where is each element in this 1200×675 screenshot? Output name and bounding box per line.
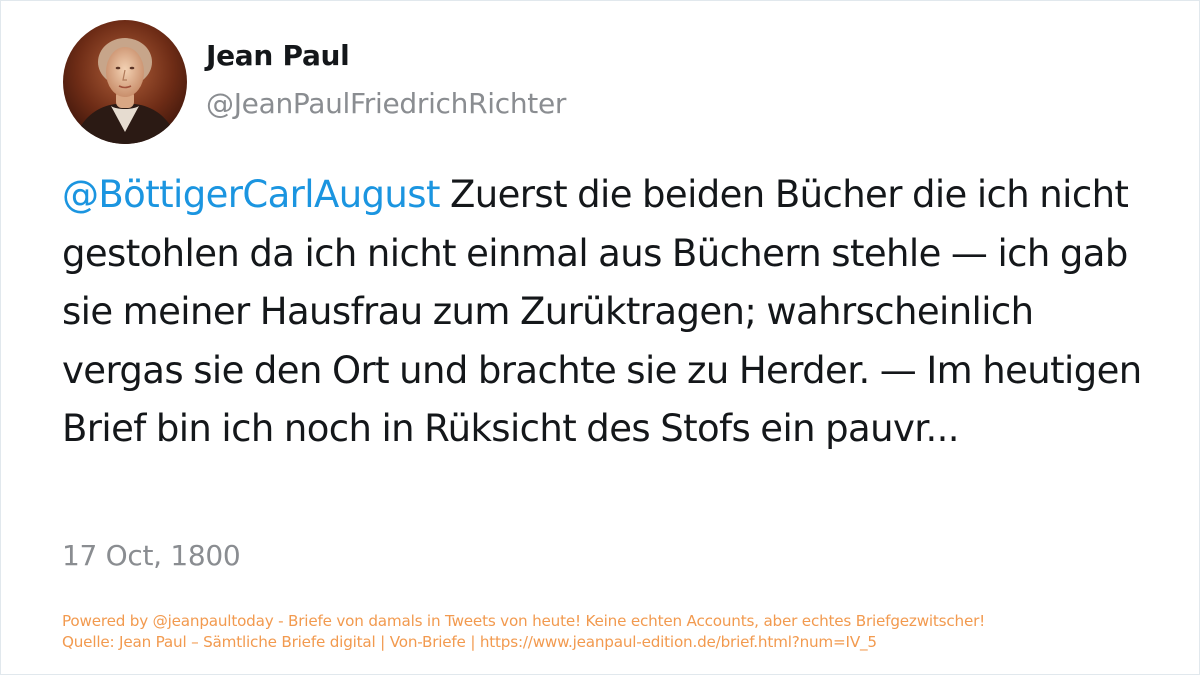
tweet-timestamp[interactable]: 17 Oct, 1800: [62, 539, 241, 572]
tweet-card: Jean Paul @JeanPaulFriedrichRichter @Böt…: [0, 0, 1200, 675]
mention-link[interactable]: @BöttigerCarlAugust: [62, 173, 440, 216]
display-name[interactable]: Jean Paul: [206, 39, 350, 72]
profile-avatar[interactable]: [63, 20, 187, 144]
tweet-text: @BöttigerCarlAugust Zuerst die beiden Bü…: [62, 166, 1152, 459]
user-handle[interactable]: @JeanPaulFriedrichRichter: [206, 87, 566, 120]
attribution-footer: Powered by @jeanpaultoday - Briefe von d…: [62, 611, 1182, 653]
footer-powered-by: Powered by @jeanpaultoday - Briefe von d…: [62, 612, 986, 630]
portrait-avatar-icon: [63, 20, 187, 144]
footer-source: Quelle: Jean Paul – Sämtliche Briefe dig…: [62, 633, 877, 651]
